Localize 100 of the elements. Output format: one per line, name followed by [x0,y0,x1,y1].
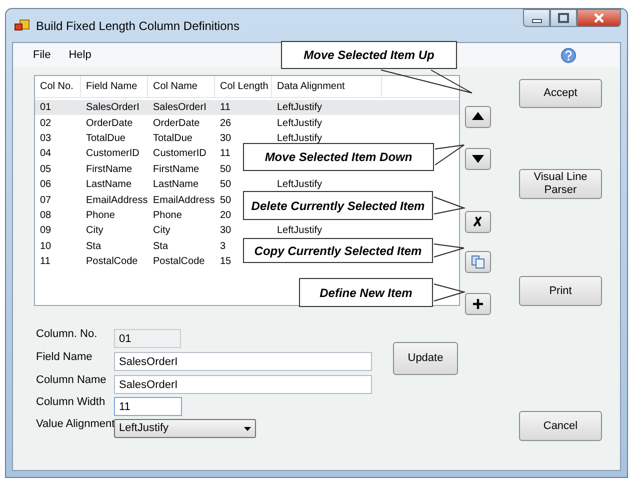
leader-line [434,144,464,166]
table-cell-text: Phone [85,208,116,223]
close-button[interactable] [577,9,621,27]
table-cell-text: LeftJustify [276,224,322,238]
table-cell-text: SalesOrderI [85,101,140,116]
side-button[interactable]: Print [519,276,602,306]
side-button[interactable]: Accept [519,79,602,108]
field-label: Field Name [36,350,92,365]
table-cell-text: OrderDate [85,116,134,131]
table-cell-text: OrderDate [152,116,201,131]
list-row[interactable]: 08 Phone Phone 20 [35,208,232,224]
table-cell-text: LeftJustify [276,132,322,146]
leader-line [434,196,466,214]
callout: Define New Item [299,278,433,307]
table-cell-text: FirstName [152,162,200,177]
column-header[interactable]: Data Alignment [272,76,382,97]
table-cell-text: 50 [219,194,232,208]
move-up-button[interactable] [465,106,491,128]
side-button[interactable]: Cancel [519,411,602,441]
list-row[interactable]: 01 SalesOrderI SalesOrderI 11 LeftJustify [35,100,459,116]
list-row[interactable]: 10 Sta Sta 3 [35,238,226,254]
table-cell-text: PostalCode [85,255,139,270]
callout: Copy Currently Selected Item [243,238,433,263]
table-cell-text: 15 [219,255,232,270]
number-field[interactable]: 01 [114,329,181,348]
table-cell-text: FirstName [85,162,134,177]
dropdown[interactable]: LeftJustify [114,419,256,438]
plus-icon [470,296,486,312]
help-icon[interactable] [561,48,576,62]
menu-item[interactable]: File [24,46,60,64]
table-cell-text: LastName [85,178,133,192]
table-cell-text: 09 [39,224,52,238]
field-label: Column Width [36,395,106,410]
table-cell-text: 04 [39,147,52,162]
app-icon [14,18,30,32]
list-row[interactable]: 09 City City 30 LeftJustify [35,223,322,239]
table-cell-text: 11 [39,255,52,270]
dropdown-arrow-icon [244,426,251,430]
window-title: Build Fixed Length Column Definitions [36,18,240,34]
table-cell-text: 08 [39,208,52,223]
text-field[interactable]: SalesOrderI [114,375,372,394]
menu-item[interactable]: Help [60,46,100,64]
column-header[interactable]: Col Name [148,76,215,97]
field-label: Value Alignment [36,417,115,432]
list-row[interactable]: 11 PostalCode PostalCode 15 [35,254,232,270]
minimize-icon [532,19,542,23]
column-header[interactable]: Field Name [81,76,148,97]
table-cell-text: 06 [39,178,52,192]
minimize-button[interactable] [523,9,550,27]
table-cell-text: 11 [219,147,230,162]
column-header[interactable]: Col No. [35,76,81,97]
table-cell-text: 50 [219,178,232,192]
update-button[interactable]: Update [393,342,458,375]
copy-button[interactable] [465,251,491,273]
callout: Move Selected Item Up [281,41,457,69]
table-cell-text: CustomerID [152,147,208,162]
table-cell-text: EmailAddress [152,194,215,208]
move-down-button[interactable] [465,148,491,170]
table-cell-text: LastName [152,178,200,192]
text-field[interactable]: 11 [114,397,182,416]
list-row[interactable]: 02 OrderDate OrderDate 26 LeftJustify [35,115,322,131]
table-cell-text: Sta [85,240,102,254]
table-cell-text: 01 [39,101,52,116]
table-cell-text: PostalCode [152,255,206,270]
callout: Move Selected Item Down [243,143,434,171]
table-cell-text: CustomerID [85,147,140,162]
table-cell-text: 10 [39,240,52,254]
table-cell-text: Sta [152,240,170,254]
table-cell-text: LeftJustify [276,116,322,131]
table-cell-text: 26 [219,116,232,131]
leader-line [434,284,466,302]
leader-line [434,244,464,258]
table-cell-text: 20 [219,208,232,223]
table-cell-text: LeftJustify [276,101,322,116]
table-cell-text: 30 [219,132,232,146]
side-button[interactable]: Visual Line Parser [519,169,602,199]
table-cell-text: 30 [219,224,232,238]
column-header[interactable]: Col Length [215,76,272,97]
list-row[interactable]: 07 EmailAddress EmailAddress 50 [35,192,232,208]
table-cell-text: 05 [39,162,52,177]
field-label: Column. No. [36,327,98,342]
delete-button[interactable] [465,211,491,233]
table-cell-text: LeftJustify [276,178,322,192]
table-cell-text: 50 [219,162,232,177]
table-cell-text: City [152,224,172,238]
list-row[interactable]: 05 FirstName FirstName 50 [35,162,232,177]
text-field[interactable]: SalesOrderI [114,352,372,371]
close-icon [594,13,604,23]
table-cell-text: SalesOrderI [152,101,208,116]
list-row[interactable]: 06 LastName LastName 50 LeftJustify [35,176,322,192]
table-cell-text: 03 [39,132,52,146]
table-cell-text: City [85,224,104,238]
table-cell-text: TotalDue [152,132,194,146]
maximize-button[interactable] [550,9,577,27]
callout: Delete Currently Selected Item [243,191,433,220]
field-label: Column Name [36,373,106,388]
table-cell-text: 07 [39,194,52,208]
list-row[interactable]: 04 CustomerID CustomerID 11 [35,146,230,162]
add-button[interactable] [465,293,491,315]
table-cell-text: Phone [152,208,183,223]
